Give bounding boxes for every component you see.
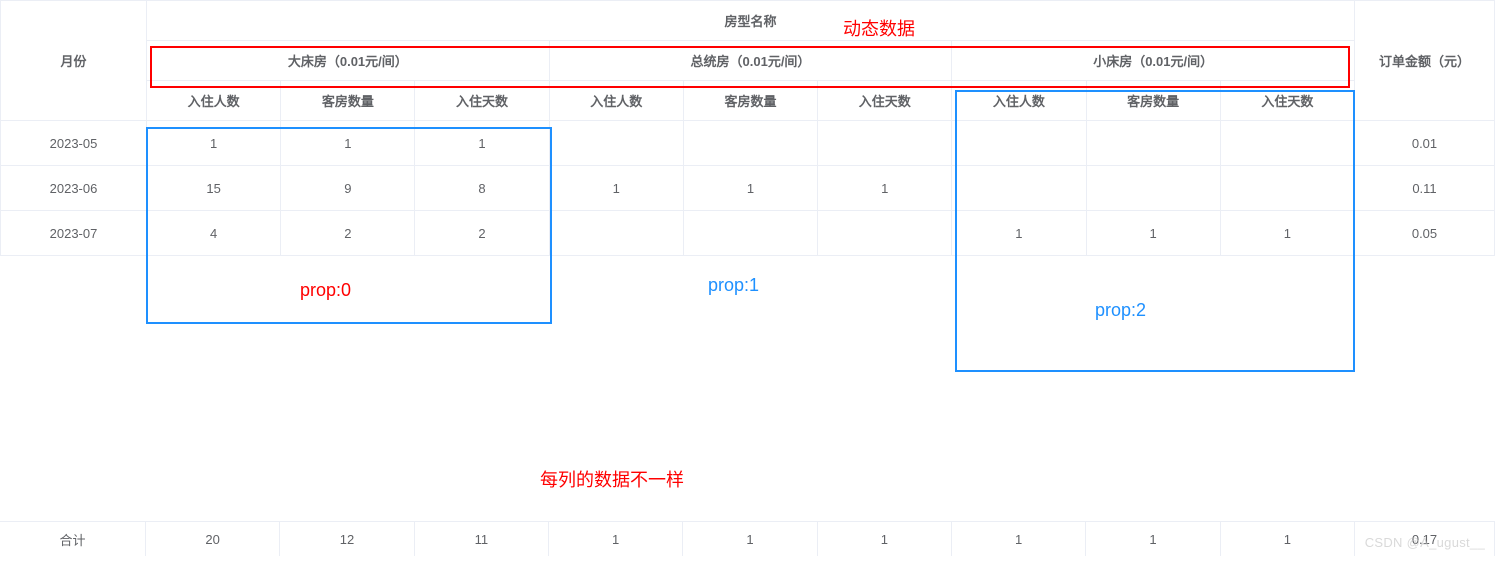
cell	[952, 121, 1086, 166]
header-sub-rooms: 客房数量	[1086, 81, 1220, 121]
table-row: 2023-07 4 2 2 1 1 1 0.05	[1, 211, 1495, 256]
cell: 1	[952, 211, 1086, 256]
header-room-0: 大床房（0.01元/间）	[147, 41, 550, 81]
header-sub-days: 入住天数	[415, 81, 549, 121]
cell	[952, 166, 1086, 211]
header-amount: 订单金额（元）	[1355, 1, 1495, 121]
cell: 8	[415, 166, 549, 211]
cell	[683, 121, 817, 166]
cell: 1	[1220, 211, 1354, 256]
cell: 1	[683, 166, 817, 211]
cell-month: 2023-05	[1, 121, 147, 166]
cell: 1	[415, 121, 549, 166]
footer-cell: 1	[952, 522, 1086, 556]
cell: 9	[281, 166, 415, 211]
footer-row: 合计 20 12 11 1 1 1 1 1 1 0.17	[0, 521, 1495, 556]
footer-cell: 1	[1086, 522, 1220, 556]
header-sub-days: 入住天数	[818, 81, 952, 121]
cell	[1086, 166, 1220, 211]
header-sub-rooms: 客房数量	[683, 81, 817, 121]
header-sub-guests: 入住人数	[147, 81, 281, 121]
header-month: 月份	[1, 1, 147, 121]
footer-cell: 1	[683, 522, 817, 556]
header-room-2: 小床房（0.01元/间）	[952, 41, 1355, 81]
cell: 1	[147, 121, 281, 166]
header-sub-guests: 入住人数	[549, 81, 683, 121]
cell	[549, 211, 683, 256]
cell	[1086, 121, 1220, 166]
cell: 2	[415, 211, 549, 256]
cell-month: 2023-06	[1, 166, 147, 211]
header-sub-days: 入住天数	[1220, 81, 1354, 121]
footer-cell: 11	[415, 522, 549, 556]
table-container: 月份 房型名称 订单金额（元） 大床房（0.01元/间） 总统房（0.01元/间…	[0, 0, 1495, 556]
cell: 2	[281, 211, 415, 256]
cell	[549, 121, 683, 166]
footer-label: 合计	[0, 522, 146, 556]
table-row: 2023-05 1 1 1 0.01	[1, 121, 1495, 166]
footer-cell: 1	[1221, 522, 1355, 556]
header-room-group: 房型名称	[147, 1, 1355, 41]
cell: 1	[1086, 211, 1220, 256]
cell-amount: 0.11	[1355, 166, 1495, 211]
footer-cell: 1	[818, 522, 952, 556]
cell: 1	[818, 166, 952, 211]
footer-cell: 1	[549, 522, 683, 556]
cell: 15	[147, 166, 281, 211]
watermark: CSDN @A_ugust__	[1365, 535, 1485, 550]
data-table: 月份 房型名称 订单金额（元） 大床房（0.01元/间） 总统房（0.01元/间…	[0, 0, 1495, 256]
cell-month: 2023-07	[1, 211, 147, 256]
footer-cell: 20	[146, 522, 280, 556]
header-sub-rooms: 客房数量	[281, 81, 415, 121]
cell-amount: 0.01	[1355, 121, 1495, 166]
cell: 1	[549, 166, 683, 211]
table-row: 2023-06 15 9 8 1 1 1 0.11	[1, 166, 1495, 211]
cell	[818, 121, 952, 166]
header-room-1: 总统房（0.01元/间）	[549, 41, 952, 81]
cell	[1220, 121, 1354, 166]
cell	[683, 211, 817, 256]
footer-cell: 12	[280, 522, 414, 556]
cell: 1	[281, 121, 415, 166]
cell	[1220, 166, 1354, 211]
cell-amount: 0.05	[1355, 211, 1495, 256]
header-sub-guests: 入住人数	[952, 81, 1086, 121]
cell	[818, 211, 952, 256]
cell: 4	[147, 211, 281, 256]
